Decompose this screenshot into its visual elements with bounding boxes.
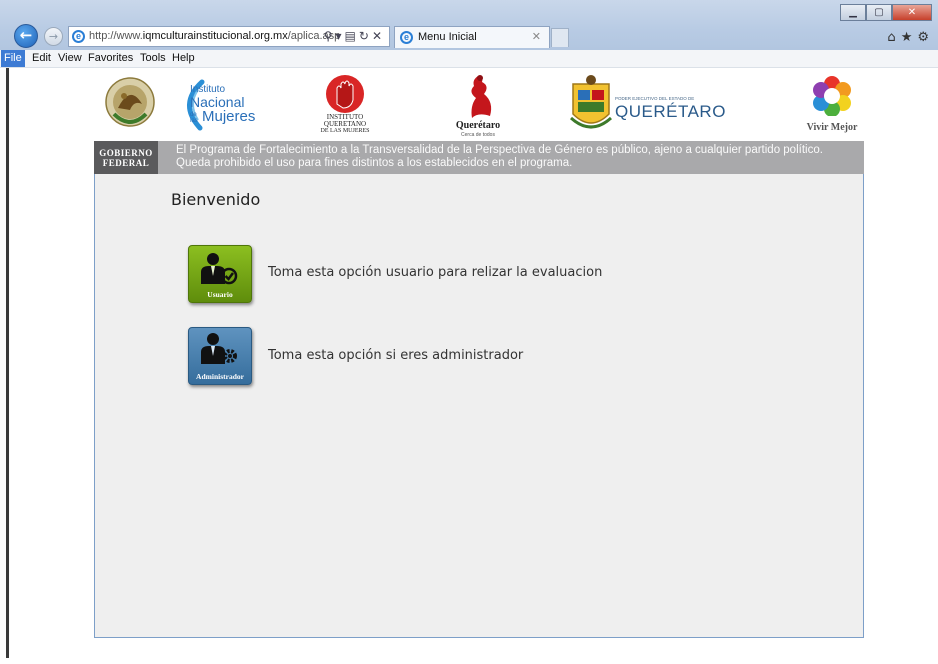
queretaro-city-logo: Querétaro Cerca de todos xyxy=(446,72,510,140)
new-tab-button[interactable] xyxy=(551,28,569,47)
page-title: Bienvenido xyxy=(171,190,261,209)
compat-view-icon[interactable]: ▤ xyxy=(345,29,359,43)
tab-close-icon[interactable]: ✕ xyxy=(532,27,541,48)
queretaro-city-tagline: Cerca de todos xyxy=(461,132,495,138)
poder-big-text: QUERÉTARO xyxy=(615,102,726,121)
gobierno-line: GOBIERNO xyxy=(99,148,153,158)
usuario-button-label: Usuario xyxy=(207,290,233,299)
dropdown-icon[interactable]: ▾ xyxy=(336,29,345,43)
administrador-option-text: Toma esta opción si eres administrador xyxy=(268,348,524,363)
vivir-mejor-text: Vivir Mejor xyxy=(806,122,858,133)
search-icon[interactable]: ⚲ xyxy=(324,29,336,43)
menu-help[interactable]: Help xyxy=(169,50,198,67)
usuario-button[interactable]: Usuario xyxy=(188,245,252,303)
ie-tab-icon: e xyxy=(400,31,413,44)
page-edge xyxy=(6,68,9,658)
browser-titlebar: ← → e http://www.iqmculturainstitucional… xyxy=(0,0,938,50)
queretaro-dancer-icon xyxy=(471,75,492,118)
inmujeres-de: de las xyxy=(190,112,198,124)
stop-icon[interactable]: ✕ xyxy=(372,29,385,43)
administrador-button-label: Administrador xyxy=(196,372,244,381)
toolbar-icons: ⌂★⚙ xyxy=(887,30,934,45)
arrow-right-icon: → xyxy=(48,30,59,43)
gear-icon[interactable]: ⚙ xyxy=(917,30,934,45)
favorites-star-icon[interactable]: ★ xyxy=(901,30,918,45)
federal-banner: GOBIERNO FEDERAL El Programa de Fortalec… xyxy=(94,141,864,174)
mexico-coat-of-arms-logo xyxy=(105,77,155,127)
home-icon[interactable]: ⌂ xyxy=(887,30,900,45)
federal-line: FEDERAL xyxy=(102,158,150,168)
ie-page-icon: e xyxy=(72,30,85,43)
close-icon: ✕ xyxy=(907,7,917,18)
main-content: Bienvenido Usuario Toma esta opción usua… xyxy=(94,174,864,638)
poder-small-text: PODER EJECUTIVO DEL ESTADO DE xyxy=(615,96,695,101)
tab-label: Menu Inicial xyxy=(418,31,477,43)
user-check-icon xyxy=(201,253,238,285)
logo-row: Instituto Nacional de las Mujeres INSTIT… xyxy=(94,70,864,142)
vivir-mejor-logo: Vivir Mejor xyxy=(800,76,864,136)
address-tools: ⚲▾▤↻✕ xyxy=(324,27,385,46)
maximize-button[interactable]: ▢ xyxy=(866,4,892,21)
iqm-hand-icon xyxy=(326,75,364,113)
url-prefix: http://www. xyxy=(89,30,143,42)
vivir-mejor-flower-icon xyxy=(813,76,851,116)
user-gear-icon xyxy=(201,333,237,364)
queretaro-shield-icon xyxy=(569,75,613,129)
menu-view[interactable]: View xyxy=(55,50,85,67)
forward-button[interactable]: → xyxy=(44,27,63,46)
close-button[interactable]: ✕ xyxy=(892,4,932,21)
minimize-icon: ▁ xyxy=(849,7,857,18)
window-controls: ▁ ▢ ✕ xyxy=(840,4,932,21)
maximize-icon: ▢ xyxy=(874,7,884,18)
address-url[interactable]: http://www.iqmculturainstitucional.org.m… xyxy=(89,27,340,46)
poder-ejecutivo-logo: PODER EJECUTIVO DEL ESTADO DE QUERÉTARO xyxy=(569,74,729,138)
inmujeres-line3: Mujeres xyxy=(202,108,256,125)
inmujeres-logo: Instituto Nacional de las Mujeres xyxy=(176,78,272,134)
refresh-icon[interactable]: ↻ xyxy=(359,29,372,43)
minimize-button[interactable]: ▁ xyxy=(840,4,866,21)
menu-bar: File Edit View Favorites Tools Help xyxy=(0,50,938,68)
gobierno-federal-badge: GOBIERNO FEDERAL xyxy=(94,141,158,174)
iqm-line2: QUERETANO xyxy=(323,120,367,128)
arrow-left-icon: ← xyxy=(19,26,33,44)
queretaro-city-name: Querétaro xyxy=(455,120,501,131)
program-notice: El Programa de Fortalecimiento a la Tran… xyxy=(176,144,823,169)
tab-menu-inicial[interactable]: e Menu Inicial ✕ xyxy=(394,26,550,48)
menu-favorites[interactable]: Favorites xyxy=(85,50,136,67)
menu-tools[interactable]: Tools xyxy=(137,50,169,67)
address-bar[interactable]: e http://www.iqmculturainstitucional.org… xyxy=(68,26,390,47)
menu-file[interactable]: File xyxy=(1,50,25,67)
administrador-button[interactable]: Administrador xyxy=(188,327,252,385)
back-button[interactable]: ← xyxy=(14,24,38,48)
iqm-line3: DE LAS MUJERES xyxy=(320,128,370,134)
menu-edit[interactable]: Edit xyxy=(29,50,54,67)
url-domain: iqmculturainstitucional.org.mx xyxy=(142,30,288,42)
usuario-option-text: Toma esta opción usuario para relizar la… xyxy=(268,265,603,280)
iqm-logo: INSTITUTO QUERETANO DE LAS MUJERES xyxy=(300,74,390,140)
